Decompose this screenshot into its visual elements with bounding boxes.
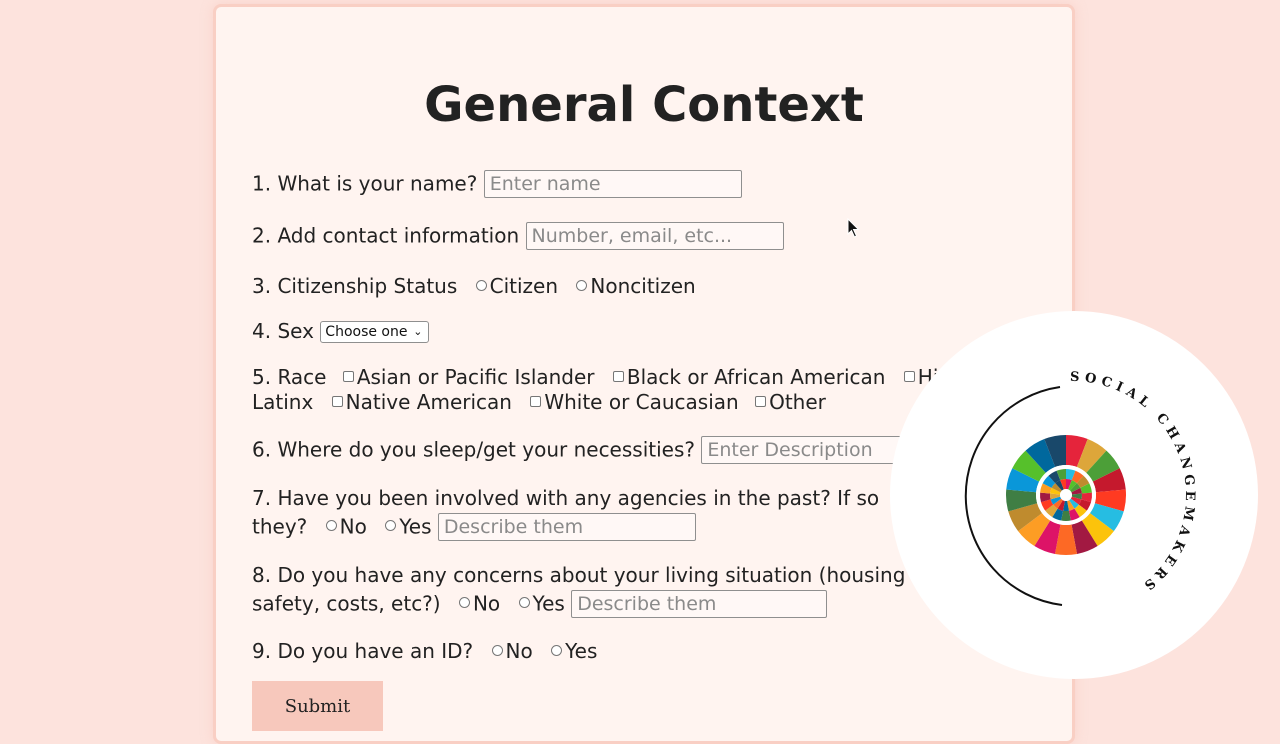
concerns-yes-label: Yes <box>532 591 565 616</box>
question-9-label: 9. Do you have an ID? <box>252 639 474 663</box>
concerns-yes-radio[interactable] <box>518 597 530 608</box>
logo-emblem-icon: SOCIAL CHANGEMAKERS <box>964 370 1192 606</box>
white-checkbox[interactable] <box>530 395 542 407</box>
id-no-radio[interactable] <box>491 644 503 656</box>
question-7-line-1: 7. Have you been involved with any agenc… <box>252 486 880 510</box>
id-yes-radio[interactable] <box>551 644 563 656</box>
name-input[interactable] <box>483 170 742 198</box>
page-title: General Context <box>424 77 864 133</box>
concerns-no-label: No <box>472 591 501 616</box>
citizen-radio[interactable] <box>475 279 487 291</box>
concerns-no-radio[interactable] <box>458 597 470 608</box>
mouse-cursor-icon <box>847 218 860 238</box>
concerns-describe-input[interactable] <box>571 590 828 618</box>
question-8-line-1: 8. Do you have any concerns about your l… <box>252 563 906 587</box>
question-1-label: 1. What is your name? <box>252 171 478 196</box>
id-yes-label: Yes <box>565 639 598 663</box>
white-option-label: White or Caucasian <box>544 390 739 414</box>
asian-checkbox[interactable] <box>342 370 354 382</box>
question-4-label: 4. Sex <box>252 319 314 343</box>
question-2-label: 2. Add contact information <box>252 223 520 248</box>
black-option-label: Black or African American <box>626 365 886 389</box>
sex-select[interactable]: Choose one ⌄ <box>320 320 429 343</box>
question-7-lead: they? <box>252 514 308 539</box>
social-changemakers-logo: SOCIAL CHANGEMAKERS <box>890 311 1258 679</box>
chevron-down-icon: ⌄ <box>413 324 423 338</box>
question-6-label: 6. Where do you sleep/get your necessiti… <box>252 437 695 462</box>
sex-select-value: Choose one <box>325 323 408 340</box>
question-3: 3. Citizenship Status Citizen Noncitizen <box>252 273 1052 299</box>
agencies-yes-radio[interactable] <box>385 520 397 531</box>
citizen-option-label: Citizen <box>489 274 559 298</box>
question-1: 1. What is your name? <box>252 170 1052 198</box>
other-checkbox[interactable] <box>755 395 767 407</box>
latinx-text: Latinx <box>252 390 314 414</box>
agencies-no-label: No <box>339 514 367 539</box>
noncitizen-option-label: Noncitizen <box>590 274 696 298</box>
other-option-label: Other <box>769 390 826 414</box>
question-2: 2. Add contact information <box>252 222 1052 250</box>
native-american-option-label: Native American <box>345 390 512 414</box>
question-5-label: 5. Race <box>252 365 327 389</box>
agencies-no-radio[interactable] <box>325 520 337 531</box>
question-3-label: 3. Citizenship Status <box>252 274 458 298</box>
agencies-yes-label: Yes <box>399 514 432 539</box>
native-american-checkbox[interactable] <box>331 395 343 407</box>
asian-option-label: Asian or Pacific Islander <box>356 365 595 389</box>
id-no-label: No <box>505 639 533 663</box>
question-8-lead: safety, costs, etc?) <box>252 591 441 616</box>
agencies-describe-input[interactable] <box>437 513 696 541</box>
black-checkbox[interactable] <box>612 370 624 382</box>
noncitizen-radio[interactable] <box>576 279 588 291</box>
submit-button[interactable]: Submit <box>252 681 383 731</box>
contact-input[interactable] <box>525 222 784 250</box>
